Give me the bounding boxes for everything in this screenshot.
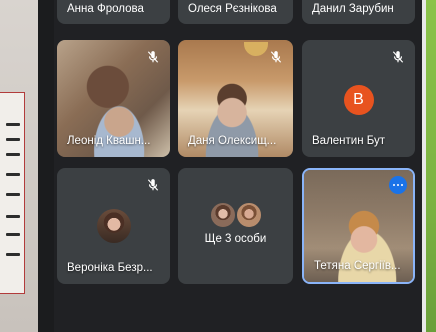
mic-off-icon	[391, 50, 405, 64]
right-green-strip	[426, 0, 436, 332]
video-call-screen: Анна Фролова Олеся Рєзнікова Данил Заруб…	[0, 0, 436, 332]
participant-tile-valentyn[interactable]: В Валентин Бут	[302, 40, 415, 157]
avatar	[209, 202, 236, 228]
participant-tile-leonid[interactable]: Леонід Квашн...	[57, 40, 170, 157]
avatar: В	[343, 85, 374, 115]
mic-off-icon	[146, 178, 160, 192]
participant-tile-danya[interactable]: Даня Олексищ...	[178, 40, 293, 157]
mic-off-icon	[269, 50, 283, 64]
avatar	[96, 209, 131, 243]
participant-tile-tetiana[interactable]: Тетяна Сергіїв...	[302, 168, 415, 284]
participant-tile-olesya[interactable]: Олеся Рєзнікова	[178, 0, 293, 24]
participant-tile-danyl[interactable]: Данил Зарубин	[302, 0, 415, 24]
left-background	[0, 0, 38, 332]
more-participants-tile[interactable]: Ще 3 особи	[178, 168, 293, 284]
participant-name: Олеся Рєзнікова	[188, 3, 277, 15]
participant-tile-anna[interactable]: Анна Фролова	[57, 0, 170, 24]
paper-sheet	[0, 92, 25, 294]
mic-off-icon	[146, 50, 160, 64]
avatar	[235, 202, 262, 228]
participant-tile-veronika[interactable]: Вероніка Безр...	[57, 168, 170, 284]
more-options-icon[interactable]	[389, 176, 407, 194]
participant-avatars	[209, 202, 262, 228]
participant-name: Данил Зарубин	[312, 3, 394, 15]
participant-name: Леонід Квашн...	[67, 135, 151, 147]
participant-name: Тетяна Сергіїв...	[314, 260, 401, 272]
participant-name: Валентин Бут	[312, 135, 386, 147]
participant-name: Вероніка Безр...	[67, 262, 153, 274]
participant-name: Даня Олексищ...	[188, 135, 277, 147]
more-participants-label: Ще 3 особи	[204, 233, 267, 245]
left-dark-band	[38, 0, 54, 332]
participant-name: Анна Фролова	[67, 3, 144, 15]
